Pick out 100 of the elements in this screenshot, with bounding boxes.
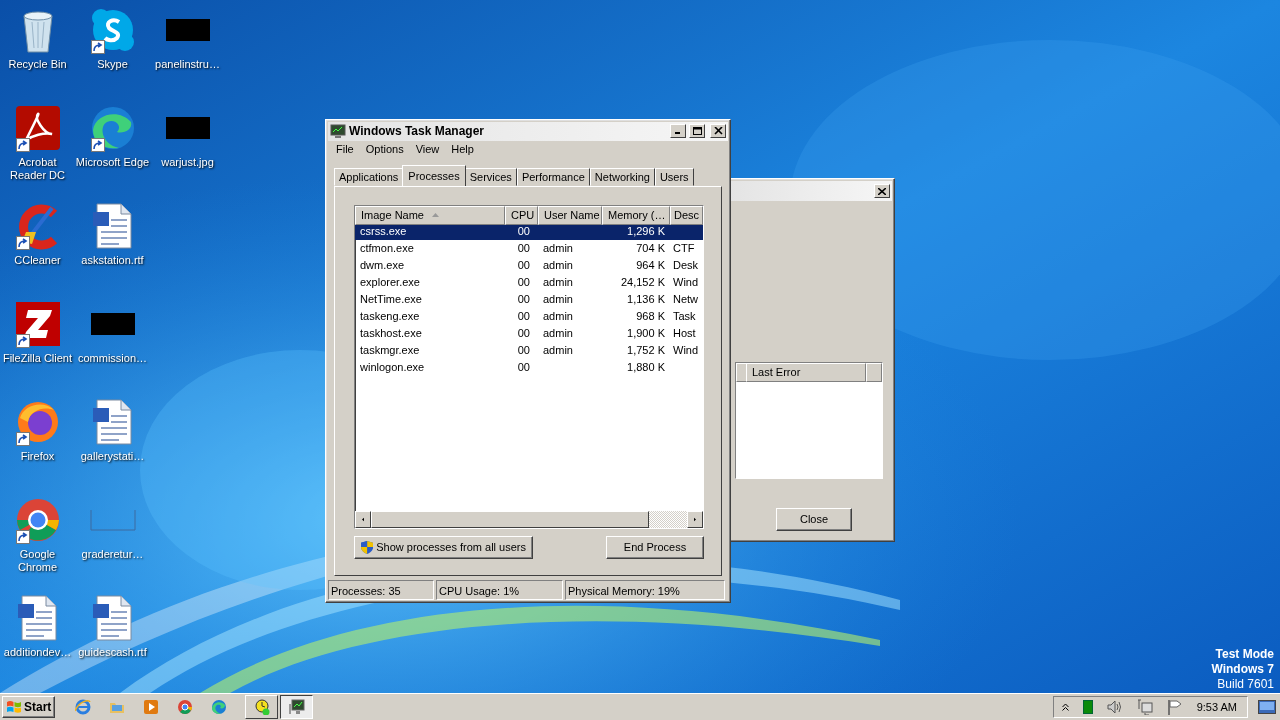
browser-icon[interactable] [75, 699, 92, 715]
notice-text: Windows 7 [1211, 662, 1274, 677]
table-cell-text: 964 K [635, 258, 666, 274]
square-icon [1082, 700, 1093, 714]
start-button[interactable]: Start [2, 696, 56, 718]
table-cell-text: winlogon.exe [359, 360, 426, 376]
column-header[interactable]: Image Name [355, 206, 505, 225]
table-cell-text: Desk [672, 258, 700, 274]
clock-text[interactable]: 9:53 AM [1196, 698, 1237, 716]
table-row[interactable]: taskhost.exe 00 admin 1,900 K Host [355, 325, 703, 342]
column-header[interactable]: Desc [670, 206, 703, 225]
table-row[interactable]: winlogon.exe 00 1,880 K [355, 359, 703, 376]
menu-item[interactable]: Help [445, 141, 480, 158]
icon-label[interactable]: panelinstru… [150, 58, 225, 71]
column-header[interactable] [866, 363, 882, 382]
close-button[interactable]: Close [776, 508, 852, 531]
icon-label[interactable]: additiondev… [0, 646, 75, 659]
table-cell-text: 968 K [635, 309, 666, 325]
clock-icon [253, 699, 270, 715]
table-row[interactable]: dwm.exe 00 admin 964 K Desk [355, 257, 703, 274]
menu-item[interactable]: Options [359, 141, 410, 158]
table-cell-text: admin [542, 275, 574, 291]
speaker-icon [1106, 700, 1123, 714]
right-arrow-icon [694, 516, 696, 523]
icon-label[interactable]: FileZilla Client [0, 352, 75, 365]
column-header[interactable]: User Name [538, 206, 602, 225]
table-cell-text: Task [672, 309, 697, 325]
minimize-button[interactable] [670, 124, 686, 139]
table-cell-text: 00 [516, 241, 531, 257]
scroll-right-button[interactable] [687, 511, 703, 528]
table-cell-text: admin [542, 258, 574, 274]
column-header[interactable]: Last Error [746, 363, 866, 382]
sort-arrow-icon [432, 213, 439, 218]
tab[interactable]: Performance [516, 168, 590, 186]
icon-label[interactable]: Microsoft Edge [75, 156, 150, 169]
scroll-thumb[interactable] [371, 511, 649, 528]
table-cell-text: 00 [516, 224, 531, 240]
icon-label[interactable]: CCleaner [0, 254, 75, 267]
table-cell-text: Host [672, 326, 697, 342]
tab[interactable]: Applications [334, 168, 404, 186]
menu-item[interactable]: File [330, 141, 360, 158]
table-cell-text: 704 K [635, 241, 666, 257]
table-cell-text: 1,296 K [626, 224, 666, 240]
ring-icon[interactable] [177, 699, 194, 715]
tab[interactable]: Processes [402, 165, 466, 186]
chevron-up-icon [1061, 703, 1069, 711]
table-row[interactable]: explorer.exe 00 admin 24,152 K Wind [355, 274, 703, 291]
table-cell-text: ctfmon.exe [359, 241, 415, 257]
table-cell-text: 00 [516, 258, 531, 274]
icon-label[interactable]: commission… [75, 352, 150, 365]
icon-label[interactable]: Acrobat Reader DC [0, 156, 75, 182]
status-pane: CPU Usage: 1% [436, 580, 563, 600]
tab[interactable]: Users [654, 168, 694, 186]
maximize-button[interactable] [689, 124, 705, 139]
status-pane: Physical Memory: 19% [565, 580, 725, 600]
monitor-icon [330, 123, 346, 140]
table-cell-text: admin [542, 241, 574, 257]
close-icon [713, 127, 723, 136]
show-all-users-button[interactable]: Show processes from all users [354, 536, 533, 559]
table-cell-text: 1,136 K [626, 292, 666, 308]
table-cell-text: Wind [672, 275, 700, 291]
table-cell-text: 00 [516, 360, 531, 376]
horizontal-scrollbar[interactable] [355, 511, 703, 528]
icon-label[interactable]: Google Chrome [0, 548, 75, 574]
icon-label[interactable]: Skype [75, 58, 150, 71]
icon-label[interactable]: Firefox [0, 450, 75, 463]
icon-label[interactable]: askstation.rtf [75, 254, 150, 267]
table-cell-text: 24,152 K [619, 275, 666, 291]
table-row[interactable]: taskeng.exe 00 admin 968 K Task [355, 308, 703, 325]
close-button[interactable] [874, 184, 890, 198]
close-button[interactable] [710, 124, 726, 139]
table-row[interactable]: taskmgr.exe 00 admin 1,752 K Wind [355, 342, 703, 359]
menu-item[interactable]: View [409, 141, 446, 158]
table-row[interactable]: NetTime.exe 00 admin 1,136 K Netw [355, 291, 703, 308]
icon-label[interactable]: Recycle Bin [0, 58, 75, 71]
tab[interactable]: Networking [589, 168, 655, 186]
scroll-left-button[interactable] [355, 511, 371, 528]
table-cell-text: 00 [516, 275, 531, 291]
table-cell-text: admin [542, 292, 574, 308]
table-cell-text: admin [542, 343, 574, 359]
windows-flag-icon [6, 700, 22, 714]
end-process-button[interactable]: End Process [606, 536, 704, 559]
tab[interactable]: Services [464, 168, 517, 186]
maximize-icon [692, 127, 702, 136]
media-player-icon[interactable] [143, 699, 160, 715]
flag-icon [1166, 699, 1183, 715]
notice-text: Build 7601 [1216, 677, 1274, 692]
taskbar-button[interactable] [280, 695, 314, 719]
column-header[interactable]: Memory (… [602, 206, 670, 225]
column-header[interactable]: CPU [505, 206, 538, 225]
table-cell-text: dwm.exe [359, 258, 406, 274]
window-title: Windows Task Manager [349, 123, 486, 141]
icon-label[interactable]: warjust.jpg [150, 156, 225, 169]
wave-globe-icon[interactable] [211, 699, 228, 715]
table-cell-text: admin [542, 309, 574, 325]
table-row[interactable]: ctfmon.exe 00 admin 704 K CTF [355, 240, 703, 257]
table-cell-text: 00 [516, 343, 531, 359]
table-cell-text: 00 [516, 292, 531, 308]
notice-text: Test Mode [1214, 647, 1274, 662]
table-cell-text: 00 [516, 326, 531, 342]
